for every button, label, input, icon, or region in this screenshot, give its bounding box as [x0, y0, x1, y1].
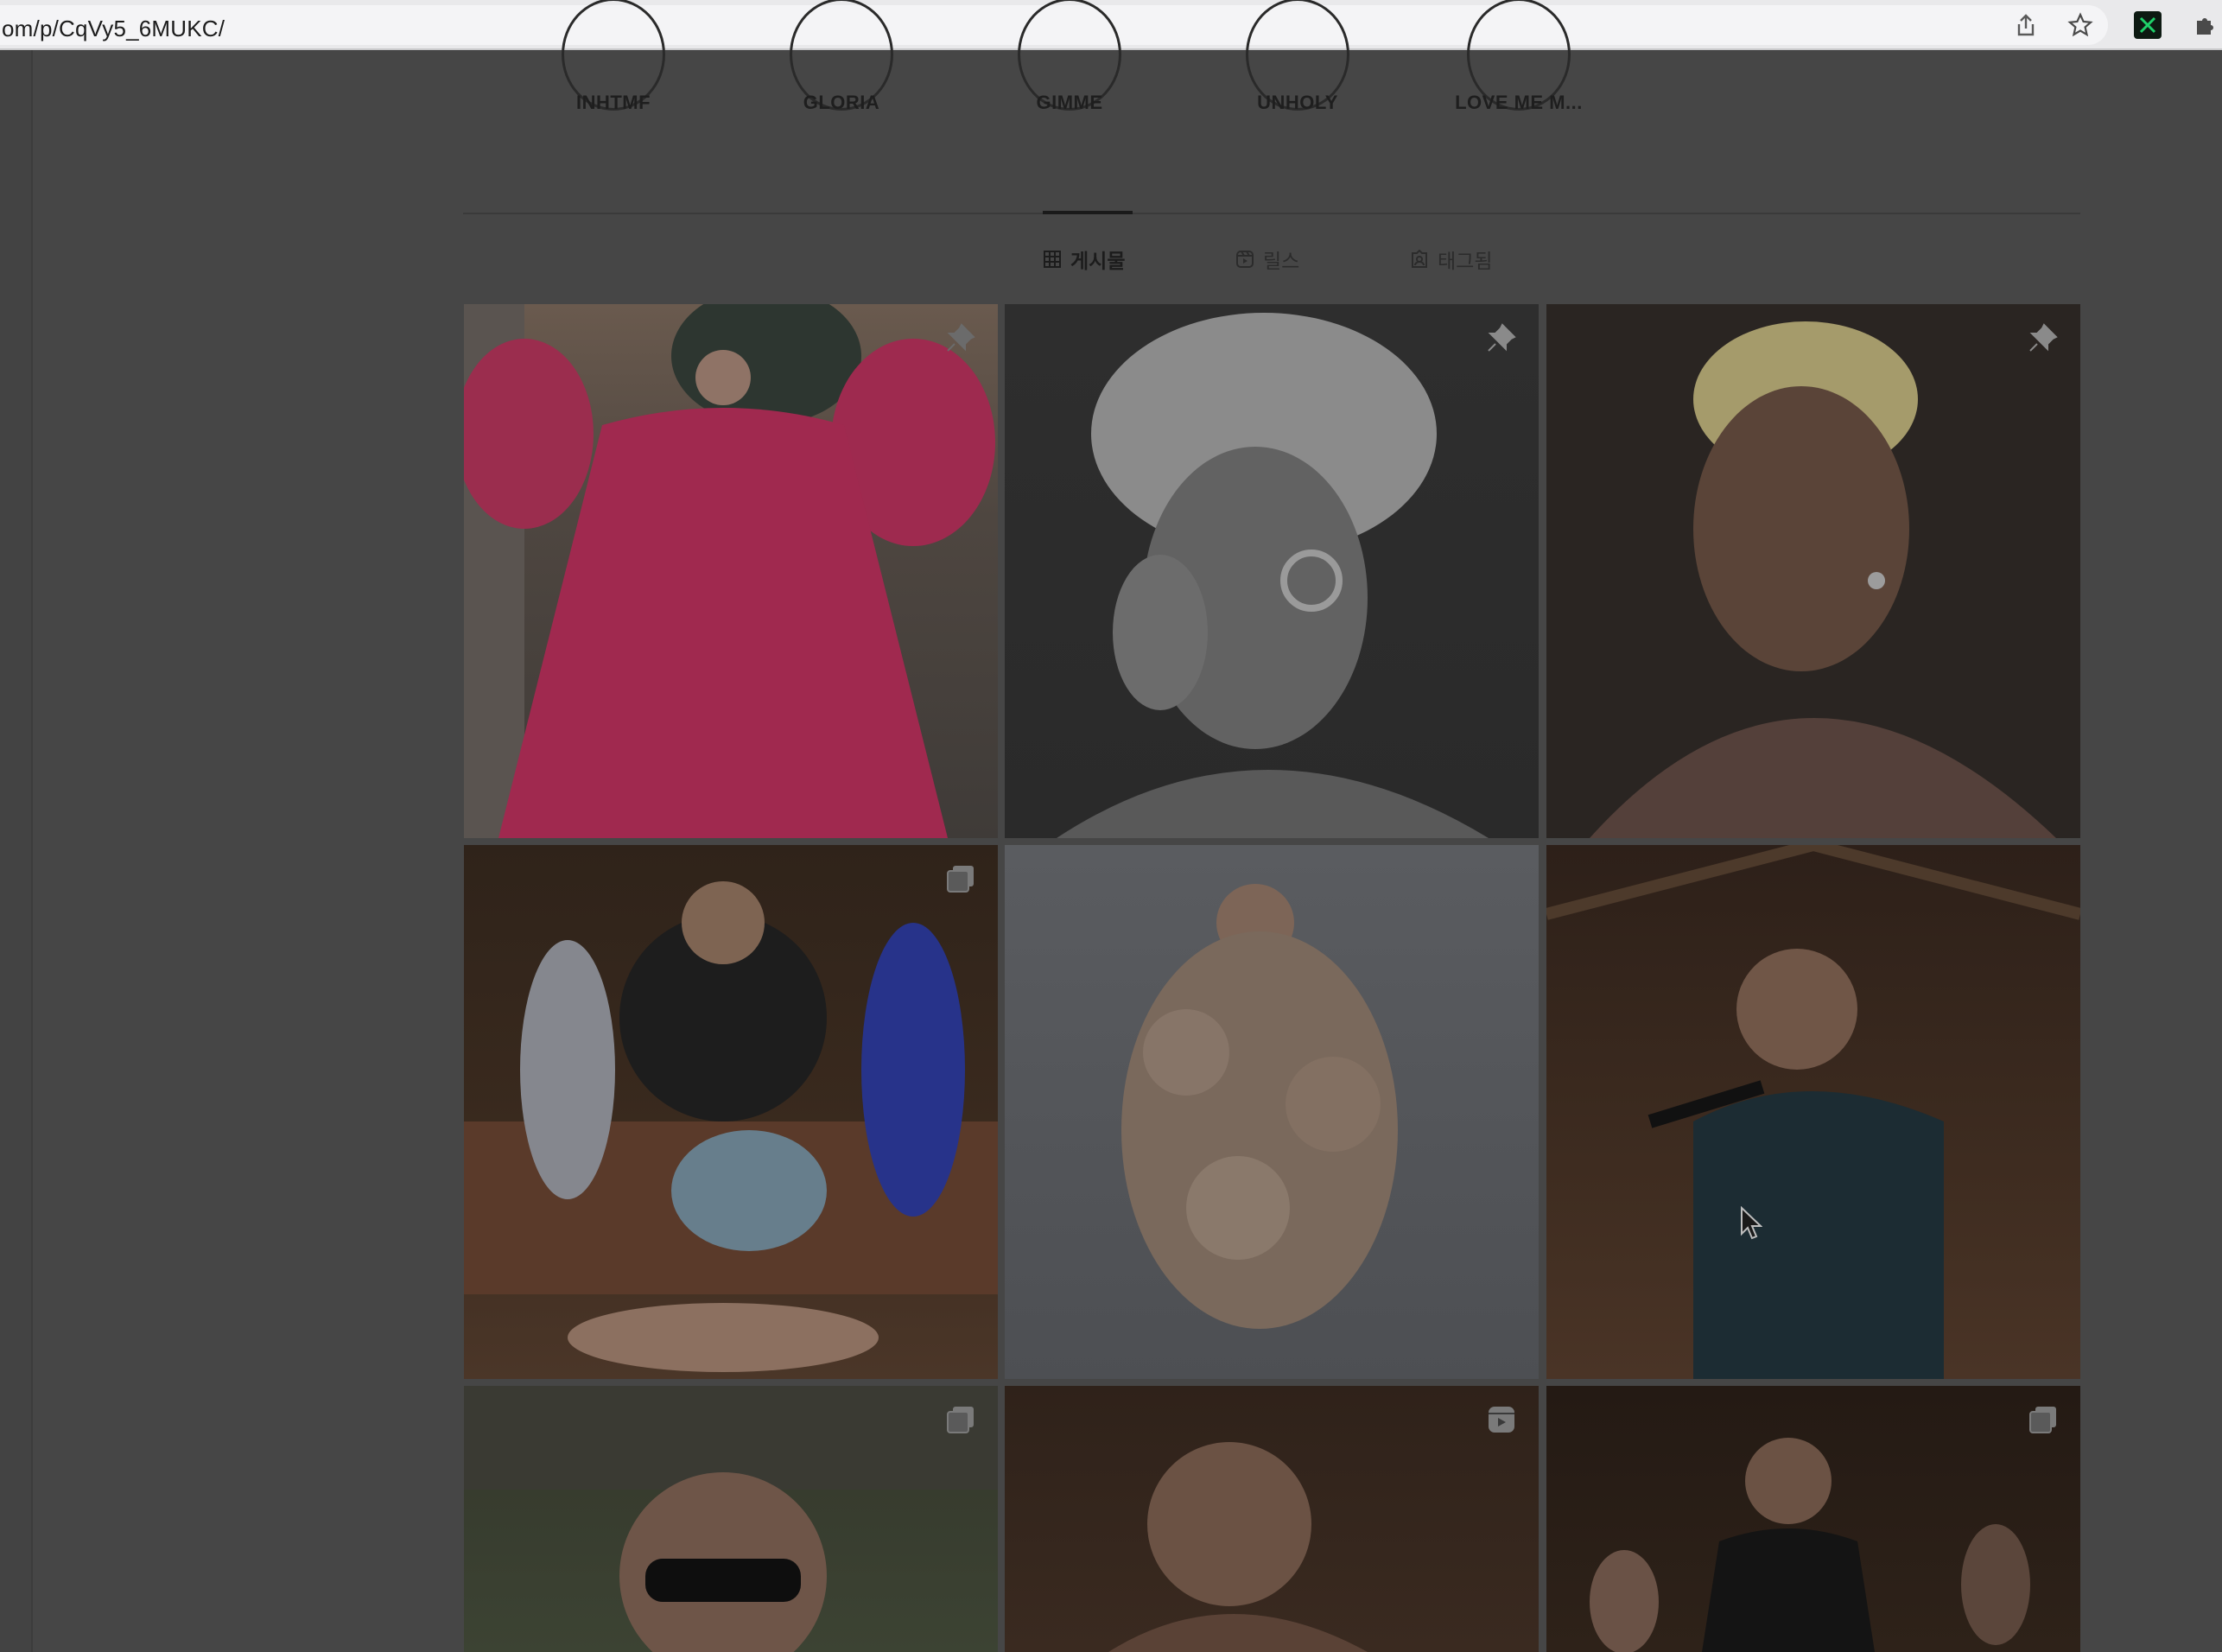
post-tile[interactable] [1546, 845, 2080, 1379]
highlight-label: GIMME [1036, 92, 1103, 113]
tab-posts-label: 게시물 [1070, 250, 1126, 272]
tab-reels[interactable]: 릴스 [1235, 244, 1299, 275]
post-tile[interactable] [464, 845, 998, 1379]
grid-icon [1044, 251, 1061, 268]
tab-tagged-label: 태그됨 [1438, 250, 1493, 272]
post-image [464, 1386, 998, 1652]
carousel-icon [947, 1407, 974, 1433]
carousel-icon [947, 866, 974, 893]
carousel-icon [2029, 1407, 2056, 1433]
post-tile[interactable] [464, 1386, 998, 1652]
share-icon[interactable] [2013, 12, 2039, 38]
reels-icon [1236, 251, 1254, 268]
post-image [1121, 884, 1398, 1329]
tabs-divider [463, 213, 2080, 214]
post-image [464, 304, 995, 838]
highlight-label: LOVE ME M... [1455, 92, 1583, 113]
post-tile[interactable] [1005, 845, 1539, 1379]
active-tab-indicator [1043, 211, 1133, 214]
post-image [1546, 845, 2080, 1379]
post-image [1108, 1442, 1368, 1652]
post-image [1590, 321, 2056, 838]
pin-icon [1488, 323, 1516, 352]
post-image [464, 881, 998, 1372]
mouse-cursor-icon [1741, 1206, 1762, 1240]
tab-posts[interactable]: 게시물 [1043, 244, 1125, 275]
post-tile[interactable] [1005, 304, 1539, 838]
pin-icon [2029, 323, 2058, 352]
post-tile[interactable] [464, 304, 998, 838]
url-text: om/p/CqVy5_6MUKC/ [2, 16, 225, 41]
pin-icon [947, 323, 975, 352]
post-image [1057, 313, 1489, 838]
post-tile[interactable] [1546, 1386, 2080, 1652]
post-tile[interactable] [1546, 304, 2080, 838]
post-image [1590, 1438, 2030, 1652]
highlight-label: INHTMF [575, 92, 651, 113]
highlight-label: GLORIA [803, 92, 880, 113]
post-tile[interactable] [1005, 1386, 1539, 1652]
puzzle-icon[interactable] [2192, 12, 2218, 38]
tab-tagged[interactable]: 태그됨 [1410, 244, 1492, 275]
tagged-icon [1412, 250, 1427, 268]
bookmark-star-icon[interactable] [2067, 12, 2093, 38]
tab-reels-label: 릴스 [1263, 250, 1300, 272]
highlight-label: UNHOLY [1257, 92, 1338, 113]
sidebar-edge [0, 50, 33, 1652]
reel-icon [1489, 1407, 1514, 1433]
extension-icon[interactable] [2134, 11, 2162, 39]
